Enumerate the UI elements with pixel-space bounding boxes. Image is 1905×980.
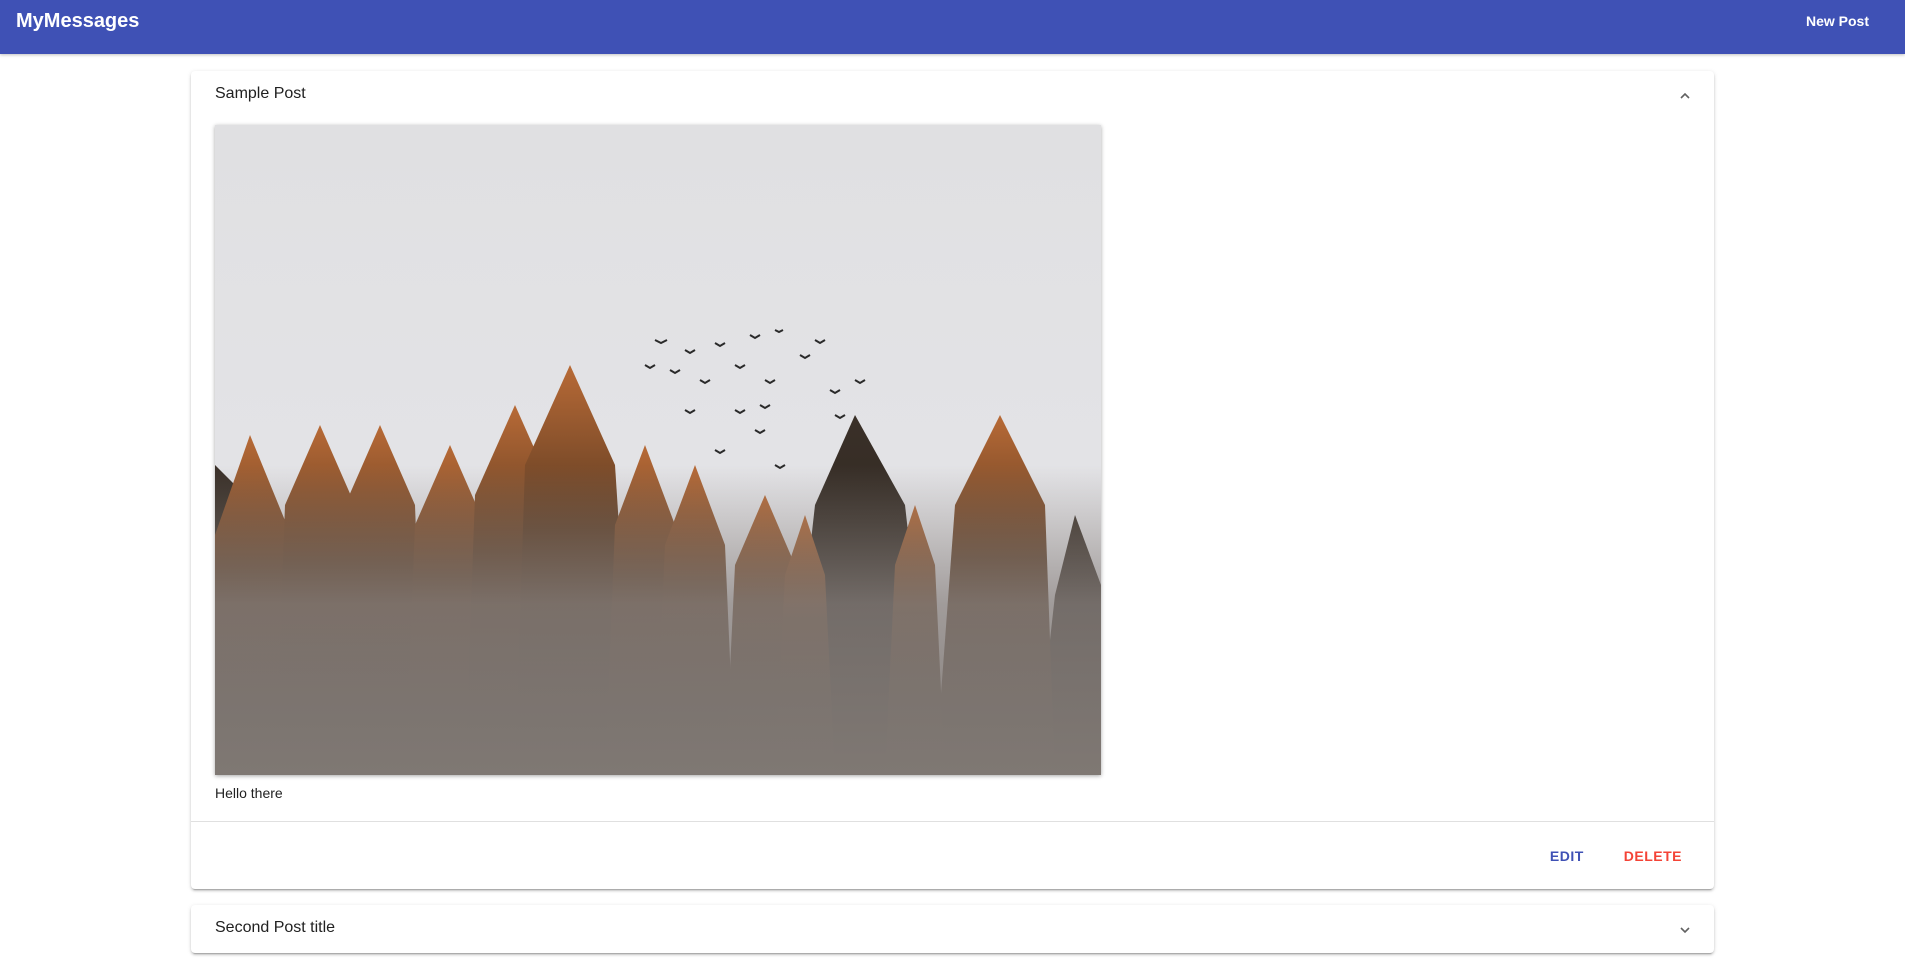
app-title[interactable]: MyMessages — [16, 10, 139, 33]
chevron-up-icon — [1680, 92, 1690, 99]
post-panel-header[interactable]: Sample Post — [191, 71, 1714, 119]
app-toolbar: MyMessages New Post — [0, 0, 1905, 54]
chevron-down-icon — [1680, 927, 1690, 934]
post-actions: EDIT DELETE — [191, 822, 1714, 889]
posts-accordion: Sample Post Hello there EDIT DELETE Seco… — [191, 71, 1714, 953]
post-panel-body: Hello there — [191, 119, 1714, 821]
post-panel: Sample Post Hello there EDIT DELETE — [191, 71, 1714, 889]
post-panel-header[interactable]: Second Post title — [191, 905, 1714, 953]
post-title: Second Post title — [215, 919, 336, 936]
new-post-button[interactable]: New Post — [1800, 12, 1875, 30]
post-panel: Second Post title — [191, 905, 1714, 953]
post-content: Hello there — [215, 785, 283, 801]
delete-button[interactable]: DELETE — [1608, 840, 1698, 872]
post-title: Sample Post — [215, 85, 306, 102]
edit-button[interactable]: EDIT — [1534, 840, 1600, 872]
post-image — [215, 125, 1101, 775]
